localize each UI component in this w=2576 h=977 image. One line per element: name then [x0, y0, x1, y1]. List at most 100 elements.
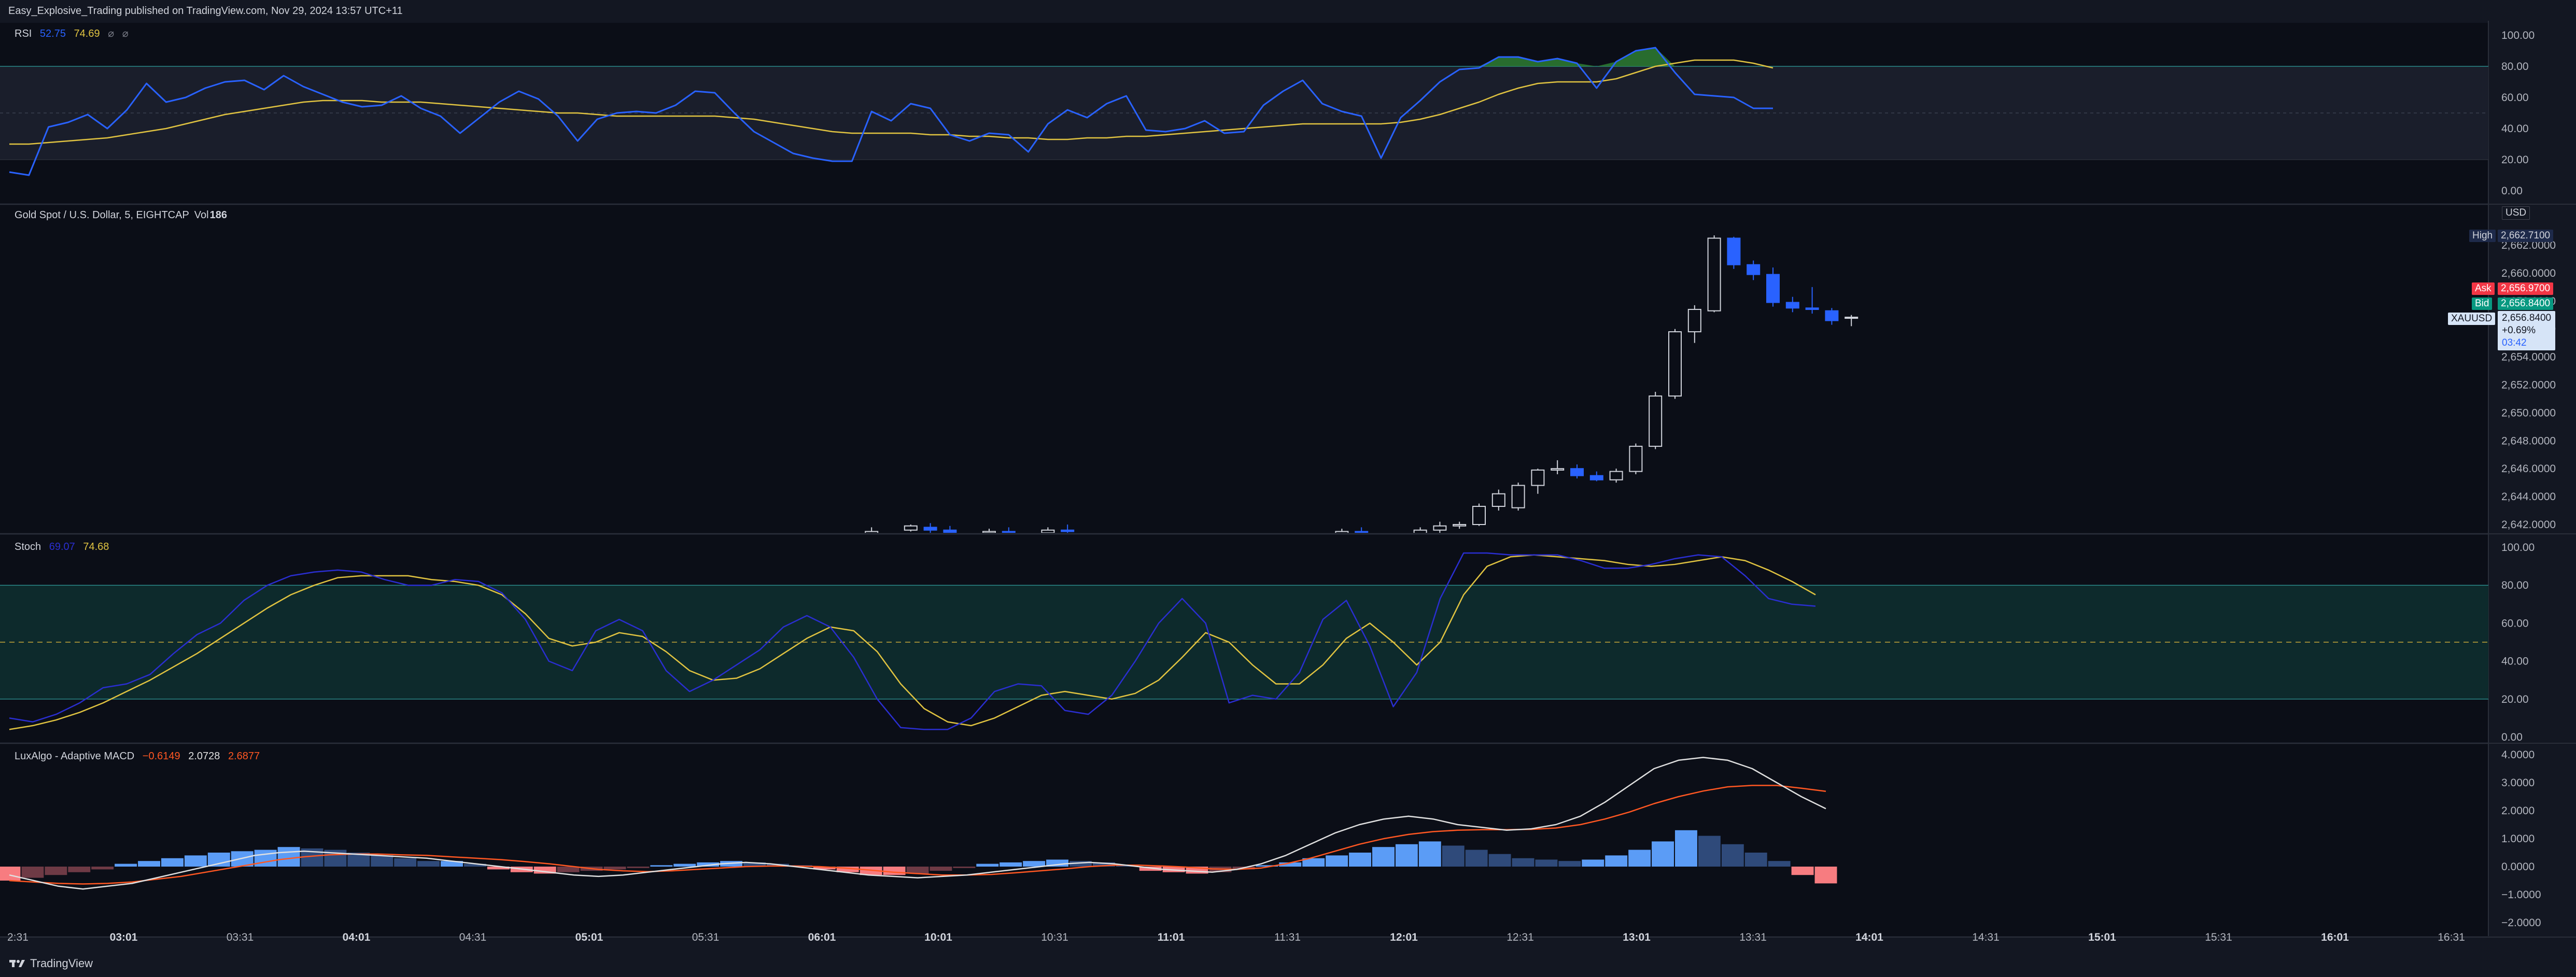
volume-value: 186 [209, 209, 227, 221]
price-scale-label: 2,652.0000 [2501, 379, 2556, 391]
bid-value-tag: 2,656.8400 [2498, 298, 2554, 310]
last-price-tag: 2,656.8400 +0.69% 03:42 [2498, 311, 2556, 350]
candle-body [1629, 446, 1643, 472]
time-axis-label: 16:01 [2321, 931, 2349, 943]
macd-scale-label: 0.0000 [2501, 861, 2535, 873]
time-axis-label: 2:31 [7, 931, 29, 943]
time-axis-label: 12:31 [1507, 931, 1534, 943]
macd-histogram-bar [21, 867, 44, 878]
price-scale-label: 2,654.0000 [2501, 351, 2556, 363]
time-axis-label: 10:31 [1041, 931, 1068, 943]
time-axis-label: 16:31 [2438, 931, 2465, 943]
time-axis-label: 03:31 [227, 931, 254, 943]
macd-histogram-bar [68, 867, 91, 872]
rsi-scale-label: 60.00 [2501, 92, 2529, 104]
macd-histogram-bar [184, 855, 207, 867]
currency-button[interactable]: USD [2502, 206, 2530, 220]
rsi-ma-legend-value: 74.69 [74, 28, 100, 39]
time-axis-label: 13:31 [1739, 931, 1767, 943]
time-axis-label: 03:01 [110, 931, 138, 943]
macd-histogram-bar [1582, 859, 1604, 867]
macd-scale-label: −1.0000 [2501, 889, 2541, 901]
macd-histogram-bar [91, 867, 114, 870]
rsi-legend-name: RSI [15, 28, 32, 39]
candle-body [1727, 237, 1741, 265]
macd-legend-name: LuxAlgo - Adaptive MACD [15, 751, 135, 762]
time-axis-label: 11:31 [1274, 931, 1301, 943]
stoch-scale-label: 60.00 [2501, 617, 2529, 629]
macd-histogram-bar [1442, 845, 1465, 867]
macd-histogram-bar [1488, 854, 1511, 867]
candle-body [943, 529, 957, 533]
last-price-value: 2,656.8400 [2502, 313, 2552, 323]
time-axis-label: 05:31 [692, 931, 720, 943]
candle-body [1805, 307, 1819, 310]
macd-signal-value: 2.6877 [228, 751, 260, 762]
macd-histogram-bar [1698, 836, 1721, 867]
macd-histogram-bar [1326, 855, 1348, 867]
na-symbol-1: ⌀ [108, 28, 115, 39]
macd-histogram-bar [1512, 858, 1535, 867]
symbol-label-tag: XAUUSD [2448, 313, 2496, 325]
stoch-scale-label: 80.00 [2501, 579, 2529, 591]
price-legend[interactable]: Gold Spot / U.S. Dollar, 5, EIGHTCAP Vol 1… [15, 209, 227, 221]
time-axis-label: 14:31 [1972, 931, 2000, 943]
macd-histogram-bar [673, 863, 696, 867]
macd-histogram-bar [1791, 867, 1814, 875]
macd-histogram-bar [1768, 861, 1791, 867]
macd-histogram-bar [277, 847, 300, 867]
macd-line-value: 2.0728 [188, 751, 220, 762]
candle-body [1570, 468, 1584, 476]
candle-body [1707, 237, 1721, 311]
macd-histogram-bar [371, 855, 393, 867]
macd-histogram-bar [1349, 853, 1371, 867]
macd-histogram-bar [1023, 861, 1046, 867]
macd-histogram-bar [1395, 844, 1418, 867]
macd-histogram-bar [1721, 844, 1744, 867]
candle-body [1355, 531, 1369, 533]
macd-histogram-bar [394, 858, 417, 867]
macd-histogram-bar [883, 867, 906, 875]
candle-body [982, 531, 996, 533]
bid-label: Bid [2472, 298, 2493, 310]
footer-brand[interactable]: TradingView [9, 957, 93, 970]
macd-histogram-bar [953, 867, 976, 868]
macd-scale-label: 4.0000 [2501, 749, 2535, 761]
pane-macd-bg [0, 744, 2488, 936]
stoch-legend[interactable]: Stoch 69.07 74.68 [15, 541, 114, 553]
macd-histogram-bar [1628, 849, 1651, 867]
candle-body [1825, 310, 1839, 321]
stoch-k-value: 69.07 [49, 541, 75, 553]
macd-histogram-bar [1814, 867, 1837, 884]
price-scale-label: 2,648.0000 [2501, 435, 2556, 447]
macd-legend[interactable]: LuxAlgo - Adaptive MACD −0.6149 2.0728 2… [15, 751, 265, 762]
macd-histogram-bar [603, 867, 626, 870]
candle-body [1041, 529, 1055, 533]
rsi-scale-label: 80.00 [2501, 61, 2529, 73]
candle-body [1413, 529, 1427, 533]
time-axis-label: 15:31 [2205, 931, 2232, 943]
time-axis-label: 11:01 [1158, 931, 1185, 943]
candle-body [1511, 485, 1525, 508]
macd-histogram-bar [138, 861, 160, 867]
price-scale-label: 2,650.0000 [2501, 407, 2556, 419]
macd-histogram-bar [1535, 859, 1558, 867]
chart-canvas[interactable]: 100.0080.0060.0040.0020.000.002,662.0000… [0, 0, 2576, 977]
candle-body [1649, 395, 1663, 447]
macd-histogram-bar [161, 858, 184, 867]
time-axis-label: 05:01 [575, 931, 603, 943]
macd-scale-label: −2.0000 [2501, 917, 2541, 929]
candle-body [1668, 331, 1682, 397]
candle-body [1609, 471, 1623, 480]
rsi-legend[interactable]: RSI 52.75 74.69 ⌀ ⌀ [15, 27, 134, 40]
symbol-description: Gold Spot / U.S. Dollar, 5, EIGHTCAP [15, 209, 189, 221]
ask-label: Ask [2472, 282, 2495, 295]
time-axis-label: 06:01 [808, 931, 836, 943]
macd-scale-label: 2.0000 [2501, 805, 2535, 817]
candle-body [923, 527, 937, 531]
brand-name: TradingView [30, 957, 93, 970]
na-symbol-2: ⌀ [122, 28, 129, 39]
price-scale-label: 2,644.0000 [2501, 491, 2556, 503]
price-change: +0.69% [2502, 325, 2536, 336]
candle-body [1002, 531, 1016, 533]
